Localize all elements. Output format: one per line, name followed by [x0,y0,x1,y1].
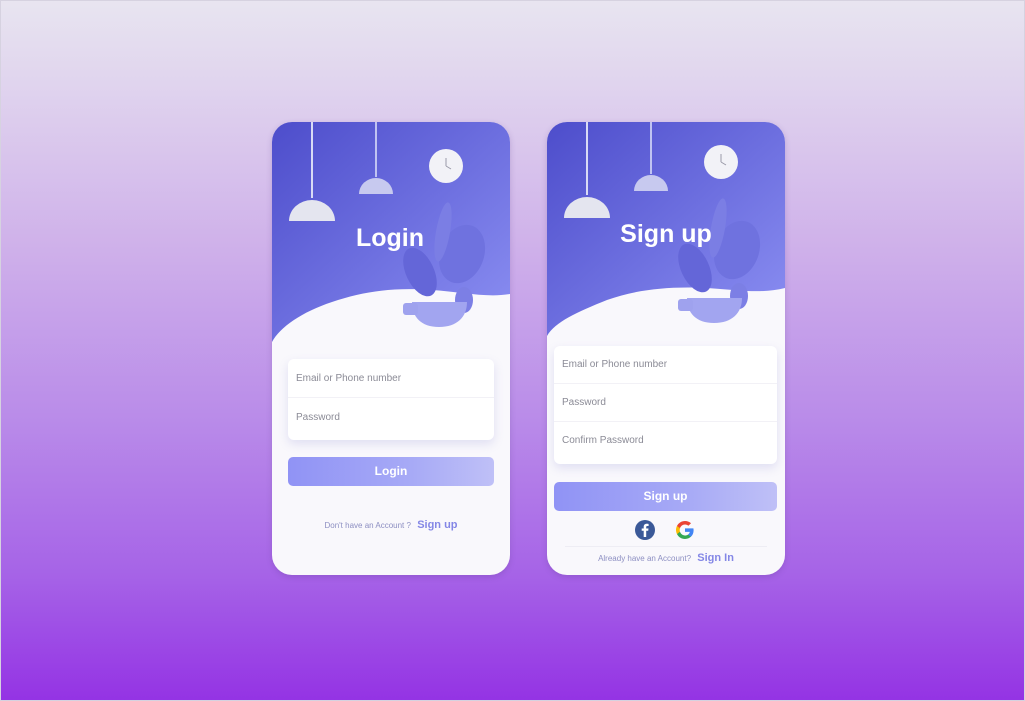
signup-footer: Already have an Account? Sign In [547,552,785,564]
login-screen: Login Email or Phone number Password Log… [272,122,510,575]
signup-form: Email or Phone number Password Confirm P… [554,346,777,464]
password-field[interactable]: Password [554,384,777,422]
password-field[interactable]: Password [288,398,494,437]
login-button[interactable]: Login [288,457,494,486]
login-footer-text: Don't have an Account ? [324,521,411,530]
email-field[interactable]: Email or Phone number [554,346,777,384]
google-icon[interactable] [674,519,696,541]
signup-link[interactable]: Sign up [417,519,457,531]
login-hero: Login [272,122,510,362]
signup-screen: Sign up Email or Phone number Password C… [547,122,785,575]
signup-button[interactable]: Sign up [554,482,777,511]
signup-title: Sign up [620,220,712,248]
login-form: Email or Phone number Password [288,359,494,440]
signup-footer-text: Already have an Account? [598,554,692,563]
email-field[interactable]: Email or Phone number [288,359,494,398]
signin-link[interactable]: Sign In [697,552,734,564]
confirm-password-field[interactable]: Confirm Password [554,422,777,460]
login-title: Login [355,224,425,252]
login-footer: Don't have an Account ? Sign up [272,519,510,531]
signup-hero: Sign up [547,122,785,362]
facebook-icon[interactable] [634,519,656,541]
social-login [634,519,696,541]
divider [565,546,767,547]
